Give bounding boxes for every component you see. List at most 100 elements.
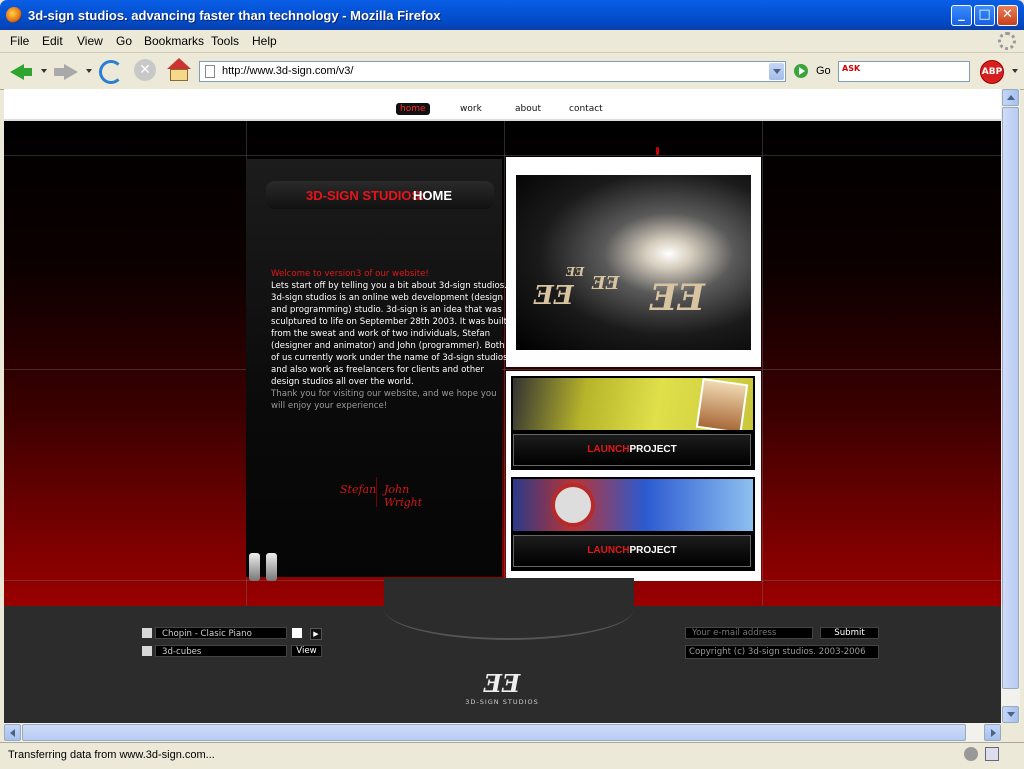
scroll-down-button[interactable] — [1002, 706, 1019, 723]
logo-text: 3D-SIGN STUDIOS — [465, 698, 539, 706]
feature-image-frame: ƎƎ ƎƎ ƎƎ ƎƎ — [506, 157, 761, 367]
projects-panel: LAUNCHPROJECT LAUNCHPROJECT — [506, 371, 761, 581]
speaker-icon — [266, 553, 277, 581]
page-icon — [205, 65, 215, 78]
status-bar: Transferring data from www.3d-sign.com..… — [0, 742, 1024, 769]
thanks-line: Thank you for visiting our website, and … — [271, 389, 497, 411]
go-arrow-icon[interactable] — [794, 64, 808, 78]
menu-bookmarks[interactable]: Bookmarks — [144, 34, 204, 48]
music-track-select[interactable]: Chopin - Clasic Piano — [155, 627, 287, 639]
project-card[interactable]: LAUNCHPROJECT — [511, 376, 755, 470]
window-title: 3d-sign studios. advancing faster than t… — [28, 8, 441, 23]
menu-edit[interactable]: Edit — [42, 34, 63, 48]
project-thumbnail[interactable] — [513, 378, 753, 430]
minimize-button[interactable]: _ — [951, 5, 972, 26]
go-button[interactable]: Go — [816, 65, 831, 77]
horizontal-scroll-thumb[interactable] — [22, 724, 966, 741]
home-icon — [167, 58, 191, 69]
scroll-right-button[interactable] — [984, 724, 1001, 741]
menu-tools[interactable]: Tools — [211, 34, 239, 48]
url-bar[interactable] — [199, 61, 786, 82]
feature-image: ƎƎ ƎƎ ƎƎ ƎƎ — [516, 175, 751, 350]
forward-arrow-icon — [64, 64, 78, 80]
scroll-left-button[interactable] — [4, 724, 21, 741]
vertical-scroll-thumb[interactable] — [1002, 107, 1019, 689]
grid-line — [762, 121, 763, 611]
window-title-bar[interactable]: 3d-sign studios. advancing faster than t… — [0, 0, 1024, 30]
menu-view[interactable]: View — [77, 34, 103, 48]
footer-logo[interactable]: ƎƎ 3D-SIGN STUDIOS — [462, 669, 542, 706]
copyright-text: Copyright (c) 3d-sign studios. 2003-2006 — [685, 645, 879, 659]
vertical-scrollbar[interactable] — [1001, 89, 1020, 723]
search-box[interactable]: ASK — [838, 61, 970, 82]
section-title: 3D-SIGN STUDIOS: HOME — [266, 181, 494, 209]
forward-history-dropdown[interactable] — [86, 69, 92, 73]
speaker-icon — [249, 553, 260, 581]
nav-contact[interactable]: contact — [565, 103, 607, 115]
stop-button[interactable]: ✕ — [132, 57, 160, 85]
horizontal-scrollbar[interactable] — [4, 723, 1001, 742]
submit-button[interactable]: Submit — [820, 627, 879, 639]
signature-john: John Wright — [384, 483, 423, 509]
menu-go[interactable]: Go — [116, 34, 132, 48]
grid-line — [4, 155, 1001, 156]
music-menu-icon[interactable] — [142, 628, 152, 638]
menu-bar: File Edit View Go Bookmarks Tools Help — [0, 30, 1024, 53]
nav-work[interactable]: work — [456, 103, 486, 115]
logo-glyph: ƎƎ — [534, 281, 574, 311]
intro-text: Welcome to version3 of our website! Lets… — [271, 268, 511, 412]
portrait-photo — [695, 378, 749, 430]
url-dropdown-button[interactable] — [769, 63, 784, 80]
back-history-dropdown[interactable] — [41, 69, 47, 73]
search-engine-icon[interactable]: ASK — [842, 64, 860, 78]
back-button[interactable] — [8, 57, 36, 85]
status-page-icon[interactable] — [985, 747, 999, 761]
logo-mark: ƎƎ — [483, 669, 521, 698]
play-music-icon[interactable]: ▶ — [310, 628, 322, 640]
scroll-up-button[interactable] — [1002, 89, 1019, 106]
reload-button[interactable] — [96, 57, 124, 85]
launch-project-button[interactable]: LAUNCHPROJECT — [513, 434, 751, 466]
section-title-page: HOME — [413, 188, 452, 203]
speakers-icon — [249, 553, 283, 583]
status-text: Transferring data from www.3d-sign.com..… — [8, 749, 215, 761]
nav-about[interactable]: about — [511, 103, 545, 115]
welcome-line: Welcome to version3 of our website! — [271, 269, 429, 279]
nav-home[interactable]: home — [396, 103, 430, 115]
email-input[interactable] — [685, 627, 813, 639]
logo-glyph: ƎƎ — [650, 277, 705, 319]
throbber-icon — [998, 32, 1016, 50]
reload-icon — [99, 60, 123, 84]
signatures: Stefan John Wright — [336, 477, 432, 509]
menu-file[interactable]: File — [10, 34, 29, 48]
status-indicator-icon[interactable] — [964, 747, 978, 761]
navigation-toolbar: ✕ Go ASK ABP — [0, 53, 1024, 90]
stop-icon: ✕ — [134, 59, 156, 81]
ship-wheel-image — [551, 483, 595, 527]
red-drop-decoration — [656, 147, 659, 155]
firefox-icon — [6, 7, 22, 23]
adblock-dropdown[interactable] — [1012, 69, 1018, 73]
close-button[interactable]: ✕ — [997, 5, 1018, 26]
adblock-plus-button[interactable]: ABP — [980, 60, 1004, 84]
launch-project-button[interactable]: LAUNCHPROJECT — [513, 535, 751, 567]
intro-body: Lets start off by telling you a bit abou… — [271, 281, 508, 387]
background-menu-icon[interactable] — [142, 646, 152, 656]
url-input[interactable] — [222, 63, 762, 79]
home-button[interactable] — [166, 57, 194, 85]
footer-curve — [384, 578, 634, 640]
site-nav: home work about contact — [4, 89, 1001, 121]
background-select[interactable]: 3d-cubes — [155, 645, 287, 657]
menu-help[interactable]: Help — [252, 34, 277, 48]
maximize-button[interactable]: □ — [974, 5, 995, 26]
search-input[interactable] — [863, 63, 965, 79]
page-viewport: home work about contact 3D-SIGN STUDIOS:… — [4, 89, 1001, 723]
logo-glyph: ƎƎ — [592, 273, 620, 294]
signature-separator — [376, 477, 377, 507]
view-button[interactable]: View — [291, 645, 322, 657]
stop-music-icon[interactable] — [292, 628, 302, 638]
project-thumbnail[interactable] — [513, 479, 753, 531]
forward-button[interactable] — [52, 57, 80, 85]
logo-glyph: ƎƎ — [566, 265, 585, 279]
project-card[interactable]: LAUNCHPROJECT — [511, 477, 755, 571]
